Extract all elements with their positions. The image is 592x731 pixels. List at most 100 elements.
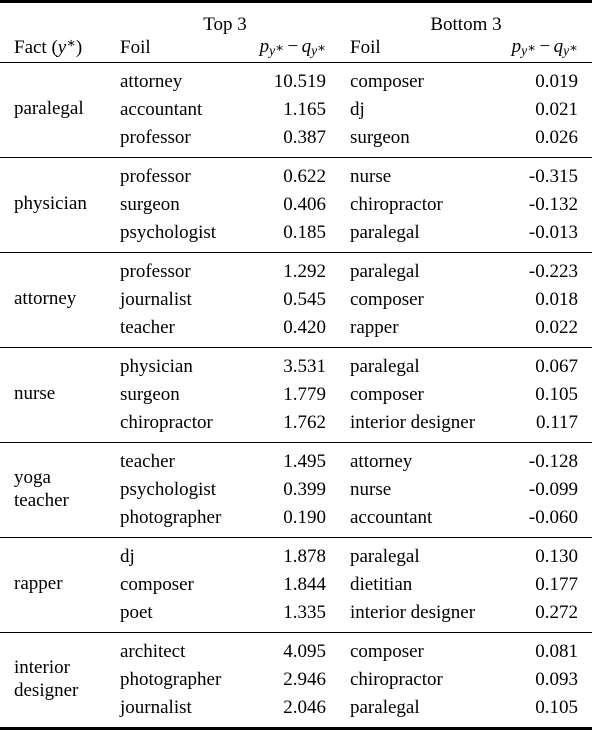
bottom-value-cell: 0.093 [535, 669, 578, 691]
bottom-value-cell: 0.105 [535, 697, 578, 719]
top-value-cell: 0.190 [283, 507, 326, 529]
bottom-foil-cell: interior designer [350, 602, 476, 624]
bottom-foil-cell: paralegal [350, 697, 420, 719]
bottom-value-cell: -0.099 [528, 479, 578, 501]
column-header-foil-top: Foil [120, 36, 151, 58]
table-row: attorney professor 1.292 paralegal -0.223 [0, 258, 592, 309]
fact-label-line: attorney [14, 288, 77, 310]
top-foil-cell: psychologist [120, 479, 217, 501]
fact-cell: physician [0, 163, 110, 247]
top-value-cell: 1.779 [283, 384, 326, 406]
top-value-cell: 0.622 [283, 166, 326, 188]
bottom-foil-cell: accountant [350, 507, 433, 529]
top-value-cell: 4.095 [283, 641, 326, 663]
bottom-value-cell: 0.026 [535, 127, 578, 149]
bottom-foil-cell: chiropractor [350, 669, 443, 691]
bottom-foil-cell: attorney [350, 451, 413, 473]
table-body: paralegal attorney 10.519 composer 0.019 acco… [0, 62, 592, 731]
top-rule-spacer [0, 2, 592, 13]
fact-label-line: paralegal [14, 98, 84, 120]
top-value-cell: 1.292 [283, 261, 326, 283]
facts-table: Fact (y∗) Top 3 Bottom 3 Foil py∗ − qy∗ Fo… [0, 0, 592, 731]
bottom-foil-cell: composer [350, 71, 424, 93]
top-foil-cell: surgeon [120, 384, 180, 406]
fact-label-line: yoga [14, 467, 51, 489]
bottom-foil-cell: paralegal [350, 222, 420, 244]
top-foil-cell: surgeon [120, 194, 180, 216]
bottom-foil-cell: nurse [350, 166, 392, 188]
fact-label-line: interior [14, 657, 70, 679]
math-p-minus-q-bottom: py∗ − qy∗ [511, 35, 578, 58]
top-foil-cell: journalist [120, 697, 192, 719]
top-value-cell: 0.545 [283, 289, 326, 311]
top-value-cell: 1.165 [283, 99, 326, 121]
top-value-cell: 0.185 [283, 222, 326, 244]
bottom-foil-cell: composer [350, 384, 424, 406]
table-row: physician professor 0.622 nurse -0.315 [0, 163, 592, 214]
top-foil-cell: photographer [120, 507, 222, 529]
bottom-value-cell: -0.128 [528, 451, 578, 473]
bottom-value-cell: 0.019 [535, 71, 578, 93]
fact-label-line: rapper [14, 573, 63, 595]
top-value-cell: 0.420 [283, 317, 326, 339]
top-foil-cell: attorney [120, 71, 183, 93]
table-row: rapper dj 1.878 paralegal 0.130 [0, 543, 592, 594]
fact-label-line: teacher [14, 489, 69, 511]
top-foil-cell: composer [120, 574, 194, 596]
top-foil-cell: chiropractor [120, 412, 213, 434]
bottom-value-cell: 0.018 [535, 289, 578, 311]
bottom-foil-cell: interior designer [350, 412, 476, 434]
bottom-value-cell: 0.021 [535, 99, 578, 121]
top-foil-cell: professor [120, 127, 191, 149]
table-container: Fact (y∗) Top 3 Bottom 3 Foil py∗ − qy∗ Fo… [0, 0, 592, 731]
top-rule-row [0, 1, 592, 13]
top-foil-cell: teacher [120, 451, 175, 473]
top-foil-cell: accountant [120, 99, 203, 121]
top-value-cell: 0.387 [283, 127, 326, 149]
bottom-value-cell: 0.130 [535, 546, 578, 568]
bottom-foil-cell: chiropractor [350, 194, 443, 216]
top-value-cell: 1.335 [283, 602, 326, 624]
table-row: yoga teacher teacher 1.495 attorney -0.128 [0, 448, 592, 511]
bottom-value-cell: -0.060 [528, 507, 578, 529]
bottom-value-cell: 0.117 [535, 412, 578, 434]
group-header-row: Fact (y∗) Top 3 Bottom 3 [0, 12, 592, 58]
bottom-foil-cell: paralegal [350, 261, 420, 283]
top-value-cell: 1.495 [283, 451, 326, 473]
fact-header-label: Fact (y∗) [14, 35, 83, 58]
column-header-value-top: py∗ − qy∗ [232, 36, 340, 62]
bottom-foil-cell: rapper [350, 317, 399, 339]
fact-label-line: nurse [14, 383, 56, 405]
bottom-value-cell: 0.022 [535, 317, 578, 339]
fact-cell: nurse [0, 353, 110, 437]
bottom-value-cell: 0.081 [535, 641, 578, 663]
group-header-bottom3: Bottom 3 [430, 14, 502, 35]
bottom-foil-cell: paralegal [350, 546, 420, 568]
bottom-foil-cell: composer [350, 641, 424, 663]
bottom-value-cell: 0.067 [535, 356, 578, 378]
top-foil-cell: dj [120, 546, 135, 568]
bottom-value-cell: 0.177 [535, 574, 578, 596]
bottom-foil-cell: nurse [350, 479, 392, 501]
top-foil-cell: psychologist [120, 222, 217, 244]
fact-cell: paralegal [0, 68, 110, 152]
bottom-value-cell: 0.272 [535, 602, 578, 624]
table-row: nurse physician 3.531 paralegal 0.067 [0, 353, 592, 404]
top-foil-cell: physician [120, 356, 193, 378]
fact-cell: attorney [0, 258, 110, 342]
bottom-value-cell: -0.013 [528, 222, 578, 244]
top-value-cell: 0.406 [283, 194, 326, 216]
column-header-value-bottom: py∗ − qy∗ [486, 36, 592, 62]
bottom-foil-cell: composer [350, 289, 424, 311]
bottom-value-cell: -0.315 [528, 166, 578, 188]
top-value-cell: 1.844 [283, 574, 326, 596]
top-value-cell: 0.399 [283, 479, 326, 501]
bottom-value-cell: -0.132 [528, 194, 578, 216]
top-value-cell: 10.519 [273, 71, 326, 93]
table-row: paralegal attorney 10.519 composer 0.019 [0, 68, 592, 119]
math-p-minus-q-top: py∗ − qy∗ [259, 35, 326, 58]
fact-cell: yoga teacher [0, 448, 110, 532]
top-foil-cell: journalist [120, 289, 192, 311]
column-header-foil-bottom: Foil [350, 36, 381, 58]
top-value-cell: 2.046 [283, 697, 326, 719]
